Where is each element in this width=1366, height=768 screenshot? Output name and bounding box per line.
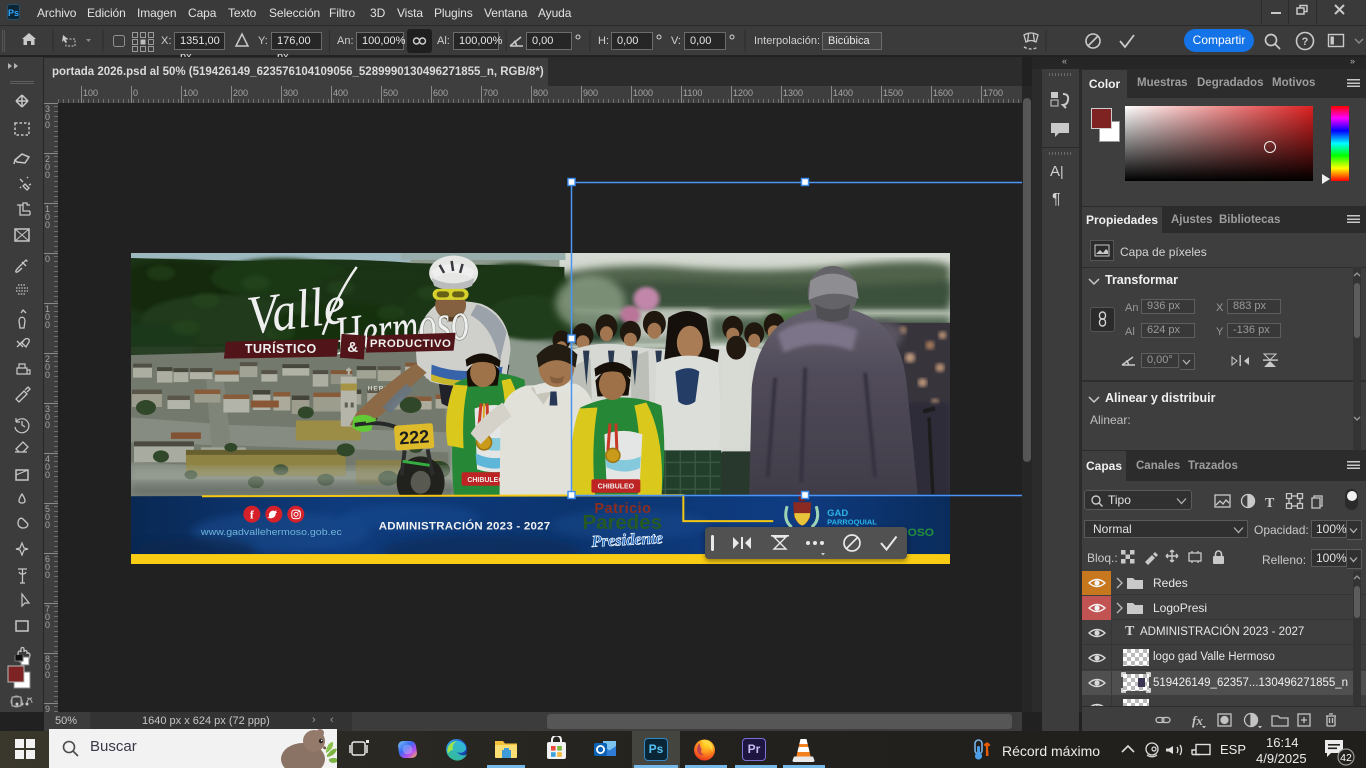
svg-text:PARROQUIAL: PARROQUIAL [827, 518, 877, 527]
svg-text:ADMINISTRACIÓN 2023 - 2027: ADMINISTRACIÓN 2023 - 2027 [379, 520, 551, 533]
svg-text:T: T [1265, 496, 1275, 509]
svg-text:www.gadvallehermoso.gob.ec: www.gadvallehermoso.gob.ec [200, 527, 342, 538]
svg-text:?: ? [1302, 36, 1309, 48]
svg-text:42: 42 [1340, 752, 1352, 764]
svg-text:Presidente: Presidente [590, 528, 663, 551]
svg-text:fx: fx [1192, 713, 1203, 728]
